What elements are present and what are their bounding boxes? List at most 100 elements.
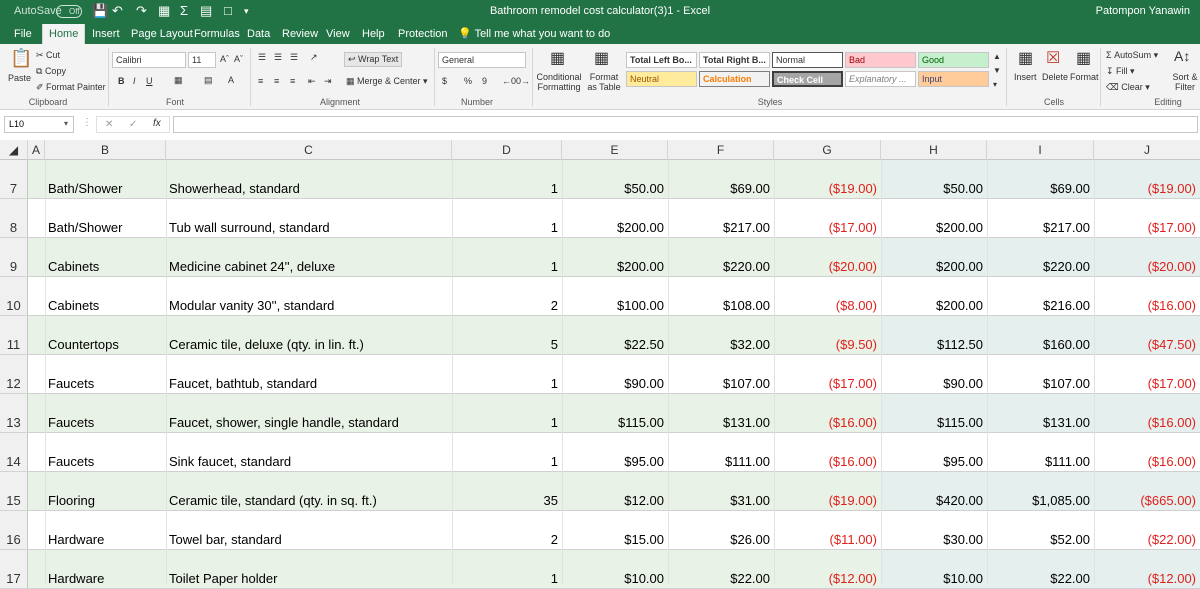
cell-j[interactable]: ($19.00) — [1094, 160, 1200, 199]
cell-i[interactable]: $220.00 — [987, 238, 1094, 277]
tab-formulas[interactable]: Formulas — [188, 24, 246, 44]
underline-button[interactable]: U — [146, 76, 153, 86]
number-format-select[interactable]: General — [438, 52, 526, 68]
cell-g[interactable]: ($16.00) — [774, 394, 881, 433]
increase-decimal-icon[interactable]: ←0 — [502, 76, 516, 86]
cell-i[interactable]: $69.00 — [987, 160, 1094, 199]
percent-button[interactable]: % — [464, 76, 472, 86]
cell-b[interactable]: Cabinets — [45, 238, 166, 277]
styles-scroll-down-icon[interactable]: ▼ — [993, 66, 1001, 75]
tab-data[interactable]: Data — [241, 24, 276, 44]
cell-a[interactable] — [28, 316, 45, 355]
row-header[interactable]: 14 — [0, 433, 28, 472]
cell-c[interactable]: Showerhead, standard — [166, 160, 452, 199]
format-cells-icon[interactable]: ▦ — [1076, 48, 1091, 68]
cell-a[interactable] — [28, 394, 45, 433]
cell-h[interactable]: $30.00 — [881, 511, 987, 550]
autosum-button[interactable]: Σ AutoSum ▾ — [1106, 50, 1158, 61]
cell-a[interactable] — [28, 277, 45, 316]
enter-icon[interactable]: ✓ — [129, 119, 137, 130]
row-header[interactable]: 11 — [0, 316, 28, 355]
cell-h[interactable]: $10.00 — [881, 550, 987, 589]
row-header[interactable]: 8 — [0, 199, 28, 238]
cell-g[interactable]: ($17.00) — [774, 355, 881, 394]
column-header-f[interactable]: F — [668, 140, 774, 160]
cell-b[interactable]: Flooring — [45, 472, 166, 511]
cell-i[interactable]: $1,085.00 — [987, 472, 1094, 511]
column-header-i[interactable]: I — [987, 140, 1094, 160]
cell-c[interactable]: Sink faucet, standard — [166, 433, 452, 472]
align-right-icon[interactable]: ≡ — [290, 76, 295, 86]
cell-h[interactable]: $95.00 — [881, 433, 987, 472]
row-header[interactable]: 17 — [0, 550, 28, 589]
insert-cells-icon[interactable]: ▦ — [1018, 48, 1033, 68]
cell-g[interactable]: ($17.00) — [774, 199, 881, 238]
paste-icon[interactable]: 📋 — [10, 48, 32, 69]
clear-button[interactable]: ⌫ Clear ▾ — [1106, 82, 1150, 93]
column-header-b[interactable]: B — [45, 140, 166, 160]
tab-help[interactable]: Help — [356, 24, 391, 44]
cell-f[interactable]: $26.00 — [668, 511, 774, 550]
cell-b[interactable]: Bath/Shower — [45, 199, 166, 238]
cell-f[interactable]: $131.00 — [668, 394, 774, 433]
cell-f[interactable]: $220.00 — [668, 238, 774, 277]
cell-i[interactable]: $131.00 — [987, 394, 1094, 433]
bold-button[interactable]: B — [118, 76, 125, 86]
format-painter-button[interactable]: ✐ Format Painter — [36, 82, 106, 93]
select-all-corner[interactable]: ◢ — [0, 140, 28, 160]
cell-a[interactable] — [28, 472, 45, 511]
cell-b[interactable]: Bath/Shower — [45, 160, 166, 199]
tab-file[interactable]: File — [8, 24, 38, 44]
cell-j[interactable]: ($12.00) — [1094, 550, 1200, 589]
cell-j[interactable]: ($17.00) — [1094, 355, 1200, 394]
style-check-cell[interactable]: Check Cell — [772, 71, 843, 87]
styles-more-icon[interactable]: ▾ — [993, 80, 997, 89]
cell-j[interactable]: ($17.00) — [1094, 199, 1200, 238]
cell-c[interactable]: Faucet, shower, single handle, standard — [166, 394, 452, 433]
cell-a[interactable] — [28, 433, 45, 472]
cell-e[interactable]: $22.50 — [562, 316, 668, 355]
cell-i[interactable]: $107.00 — [987, 355, 1094, 394]
cell-g[interactable]: ($16.00) — [774, 433, 881, 472]
wrap-text-button[interactable]: ↩ Wrap Text — [344, 52, 403, 67]
align-left-icon[interactable]: ≡ — [258, 76, 263, 86]
fill-color-icon[interactable]: ▤ — [204, 75, 213, 86]
cell-b[interactable]: Faucets — [45, 355, 166, 394]
align-bottom-icon[interactable]: ☰ — [290, 52, 298, 63]
cell-j[interactable]: ($16.00) — [1094, 433, 1200, 472]
cell-h[interactable]: $200.00 — [881, 199, 987, 238]
style-explanatory[interactable]: Explanatory ... — [845, 71, 916, 87]
column-header-c[interactable]: C — [166, 140, 452, 160]
tab-view[interactable]: View — [320, 24, 356, 44]
cell-c[interactable]: Tub wall surround, standard — [166, 199, 452, 238]
style-normal[interactable]: Normal — [772, 52, 843, 68]
row-header[interactable]: 7 — [0, 160, 28, 199]
align-center-icon[interactable]: ≡ — [274, 76, 279, 86]
cell-d[interactable]: 1 — [452, 160, 562, 199]
cell-i[interactable]: $217.00 — [987, 199, 1094, 238]
grow-font-icon[interactable]: Aˆ — [220, 54, 229, 64]
styles-scroll-up-icon[interactable]: ▲ — [993, 52, 1001, 61]
cell-a[interactable] — [28, 550, 45, 589]
cell-e[interactable]: $50.00 — [562, 160, 668, 199]
row-header[interactable]: 9 — [0, 238, 28, 277]
cell-j[interactable]: ($47.50) — [1094, 316, 1200, 355]
cell-e[interactable]: $95.00 — [562, 433, 668, 472]
cell-j[interactable]: ($22.00) — [1094, 511, 1200, 550]
cell-e[interactable]: $115.00 — [562, 394, 668, 433]
cut-button[interactable]: ✂ Cut — [36, 50, 60, 61]
conditional-formatting-button[interactable]: Conditional Formatting — [536, 72, 582, 92]
cell-a[interactable] — [28, 199, 45, 238]
cell-f[interactable]: $31.00 — [668, 472, 774, 511]
cell-d[interactable]: 1 — [452, 355, 562, 394]
cell-f[interactable]: $217.00 — [668, 199, 774, 238]
cell-f[interactable]: $107.00 — [668, 355, 774, 394]
cell-b[interactable]: Cabinets — [45, 277, 166, 316]
cell-i[interactable]: $216.00 — [987, 277, 1094, 316]
cell-c[interactable]: Faucet, bathtub, standard — [166, 355, 452, 394]
cell-a[interactable] — [28, 355, 45, 394]
cell-d[interactable]: 35 — [452, 472, 562, 511]
cell-a[interactable] — [28, 160, 45, 199]
cell-f[interactable]: $69.00 — [668, 160, 774, 199]
cell-g[interactable]: ($8.00) — [774, 277, 881, 316]
